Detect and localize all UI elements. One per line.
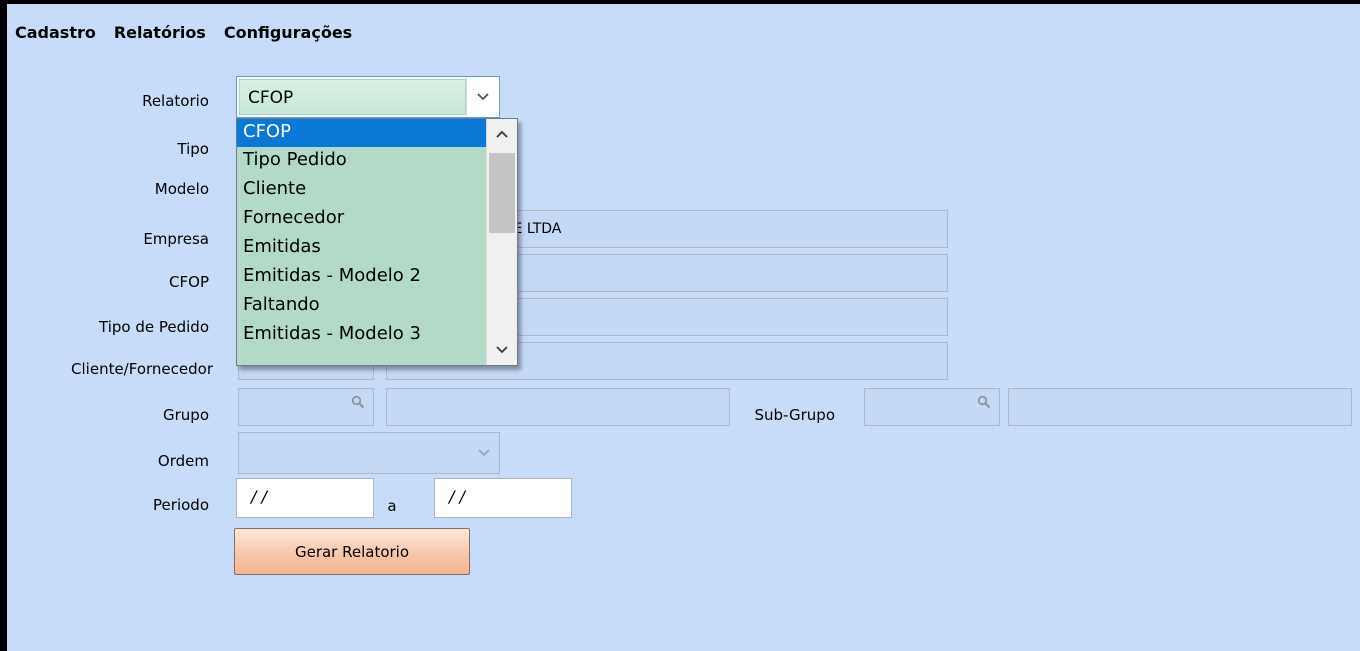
dropdown-options: CFOP Tipo Pedido Cliente Fornecedor Emit… [237,119,517,350]
menu-relatorios[interactable]: Relatórios [106,23,216,42]
label-periodo: Periodo [153,496,209,514]
label-relatorio: Relatorio [142,92,209,110]
chevron-up-icon[interactable] [487,119,517,149]
periodo-start-value: / / [251,487,267,506]
sub-grupo-code-field[interactable] [864,388,1000,426]
periodo-end-input[interactable]: / / [434,478,572,518]
dropdown-option[interactable]: Cliente [237,176,487,205]
label-grupo: Grupo [163,406,209,424]
label-modelo: Modelo [154,180,209,198]
label-ordem: Ordem [157,452,209,470]
relatorio-select-field[interactable]: CFOP [239,79,466,115]
chevron-down-icon[interactable] [487,335,517,365]
chevron-down-icon[interactable] [466,77,499,117]
label-periodo-separator: a [387,497,397,515]
scrollbar-thumb[interactable] [489,153,515,233]
label-empresa: Empresa [143,230,209,248]
dropdown-option[interactable]: Emitidas - Modelo 2 [237,263,487,292]
dropdown-scrollbar[interactable] [486,119,517,365]
menu-configuracoes[interactable]: Configurações [216,23,362,42]
label-tipo: Tipo [177,140,209,158]
label-cfop: CFOP [169,273,209,291]
magnifier-icon[interactable] [351,395,365,409]
label-cliente-fornecedor: Cliente/Fornecedor [71,360,213,378]
grupo-description-field[interactable] [386,388,730,426]
chevron-down-icon[interactable] [469,433,499,473]
menu-cadastro[interactable]: Cadastro [11,23,106,42]
ordem-select[interactable] [238,432,500,474]
sub-grupo-description-field[interactable] [1008,388,1352,426]
grupo-code-field[interactable] [238,388,374,426]
label-sub-grupo: Sub-Grupo [754,406,835,424]
magnifier-icon[interactable] [977,395,991,409]
label-tipo-pedido: Tipo de Pedido [99,318,209,336]
dropdown-option[interactable]: Faltando [237,292,487,321]
dropdown-option[interactable]: CFOP [237,119,487,147]
dropdown-option[interactable]: Tipo Pedido [237,147,487,176]
relatorio-select[interactable]: CFOP [236,76,500,118]
periodo-start-input[interactable]: / / [236,478,374,518]
dropdown-option[interactable]: Fornecedor [237,205,487,234]
relatorio-dropdown-list[interactable]: CFOP Tipo Pedido Cliente Fornecedor Emit… [236,118,518,366]
dropdown-option[interactable]: Emitidas - Modelo 3 [237,321,487,350]
periodo-end-value: / / [449,487,465,506]
dropdown-option[interactable]: Emitidas [237,234,487,263]
relatorio-select-value: CFOP [248,88,294,108]
gerar-relatorio-button[interactable]: Gerar Relatorio [234,528,470,575]
menu-bar: Cadastro Relatórios Configurações [11,23,362,42]
